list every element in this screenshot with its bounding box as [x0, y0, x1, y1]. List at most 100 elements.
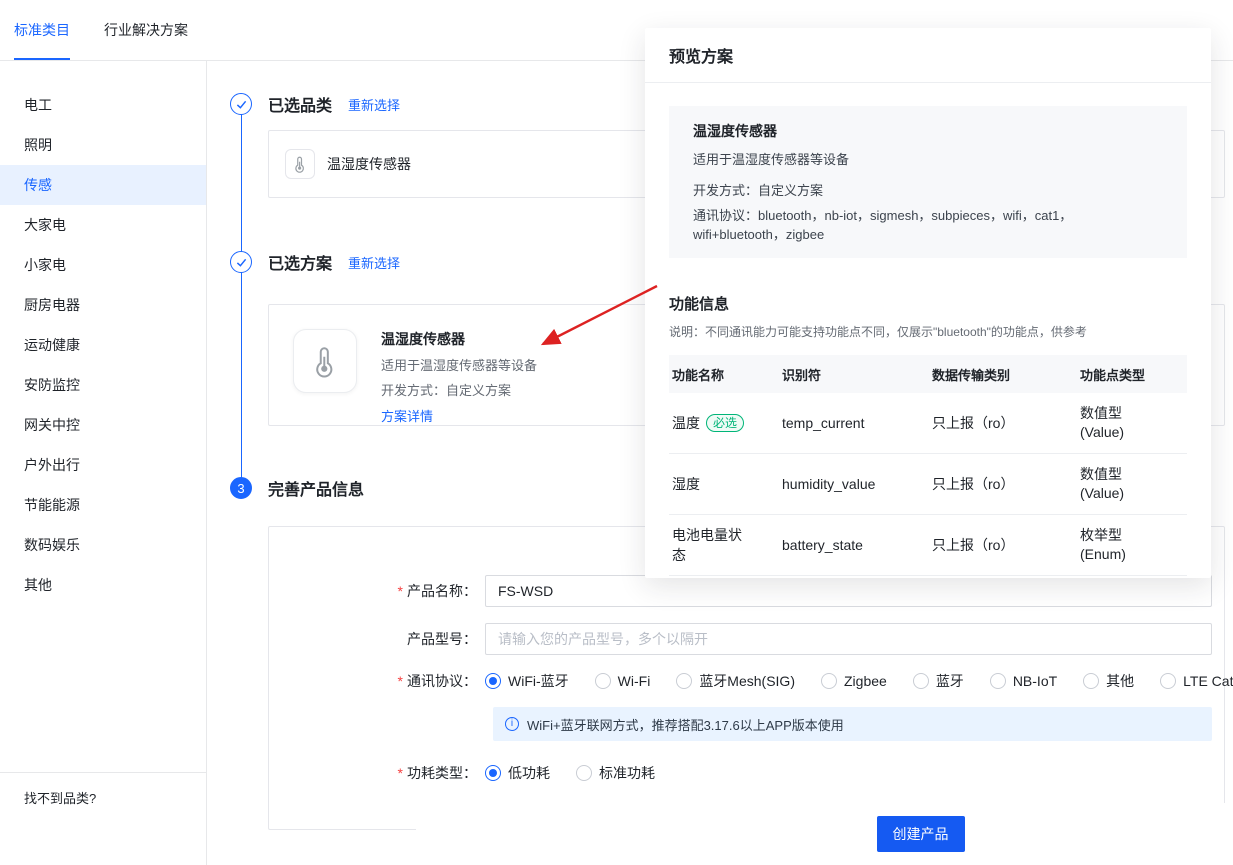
dp-type-line2: (Value) [1080, 484, 1187, 503]
summary-dev-mode: 开发方式：自定义方案 [693, 180, 1163, 199]
product-name-input[interactable] [485, 575, 1212, 607]
create-product-button[interactable]: 创建产品 [877, 816, 965, 852]
tab-standard-category[interactable]: 标准类目 [14, 0, 70, 60]
sidebar-item-lighting[interactable]: 照明 [0, 125, 206, 165]
protocol-radio-group: WiFi-蓝牙 Wi-Fi 蓝牙Mesh(SIG) Zigbee 蓝牙 NB-I… [485, 671, 1233, 691]
radio-icon [485, 673, 501, 689]
step1-reselect-link[interactable]: 重新选择 [348, 95, 400, 114]
radio-low-power[interactable]: 低功耗 [485, 763, 550, 783]
radio-wifi-bluetooth[interactable]: WiFi-蓝牙 [485, 671, 569, 691]
plan-dev-mode: 开发方式：自定义方案 [381, 380, 537, 399]
radio-icon [485, 765, 501, 781]
col-dp-type: 功能点类型 [1080, 365, 1187, 384]
plan-info: 温湿度传感器 适用于温湿度传感器等设备 开发方式：自定义方案 方案详情 [381, 329, 537, 401]
product-name-row: *产品名称： [269, 575, 1212, 607]
sidebar-item-energy[interactable]: 节能能源 [0, 485, 206, 525]
table-row: 电池电量状态 battery_state 只上报（ro） 枚举型(Enum) [669, 515, 1187, 576]
radio-label: 低功耗 [508, 763, 550, 783]
dp-type-line1: 数值型 [1080, 404, 1187, 423]
function-name-text: 湿度 [672, 476, 700, 492]
radio-label: 标准功耗 [599, 763, 655, 783]
table-row: 湿度 humidity_value 只上报（ro） 数值型(Value) [669, 454, 1187, 515]
sidebar-item-security-monitor[interactable]: 安防监控 [0, 365, 206, 405]
required-mark: * [398, 673, 403, 689]
radio-standard-power[interactable]: 标准功耗 [576, 763, 655, 783]
step1-check-icon [230, 93, 252, 115]
sidebar-item-gateway[interactable]: 网关中控 [0, 405, 206, 445]
col-identifier: 识别符 [782, 365, 932, 384]
cell-identifier: temp_current [782, 415, 932, 431]
preview-panel-title: 预览方案 [645, 28, 1211, 83]
cell-function-name: 温度必选 [672, 413, 782, 433]
product-model-input[interactable] [485, 623, 1212, 655]
cell-identifier: battery_state [782, 537, 932, 553]
product-name-label: *产品名称： [269, 581, 485, 601]
protocol-label: *通讯协议： [269, 671, 485, 691]
dp-type-line1: 枚举型 [1080, 526, 1187, 545]
product-model-label: 产品型号： [269, 629, 485, 649]
label-text: 产品型号： [407, 631, 477, 647]
radio-label: Wi-Fi [618, 673, 651, 689]
step-connector-line [241, 103, 242, 483]
selected-category-name: 温湿度传感器 [327, 154, 411, 174]
dp-type-line2: (Enum) [1080, 545, 1187, 564]
label-text: 功耗类型： [407, 765, 477, 781]
radio-wifi[interactable]: Wi-Fi [595, 673, 651, 689]
function-info-note: 说明：不同通讯能力可能支持功能点不同，仅展示"bluetooth"的功能点，供参… [669, 323, 1187, 340]
sidebar-item-outdoor[interactable]: 户外出行 [0, 445, 206, 485]
radio-icon [913, 673, 929, 689]
sidebar-item-large-appliance[interactable]: 大家电 [0, 205, 206, 245]
power-type-label: *功耗类型： [269, 763, 485, 783]
cell-dp-type: 数值型(Value) [1080, 404, 1187, 442]
plan-desc: 适用于温湿度传感器等设备 [381, 355, 537, 374]
sidebar-item-electrical[interactable]: 电工 [0, 85, 206, 125]
sidebar-item-sport-health[interactable]: 运动健康 [0, 325, 206, 365]
radio-icon [676, 673, 692, 689]
radio-bt-mesh-sig[interactable]: 蓝牙Mesh(SIG) [676, 671, 795, 691]
info-icon: i [505, 717, 519, 731]
protocol-info-alert: i WiFi+蓝牙联网方式，推荐搭配3.17.6以上APP版本使用 [493, 707, 1212, 741]
sidebar-item-other[interactable]: 其他 [0, 565, 206, 605]
cell-dp-type: 数值型(Value) [1080, 465, 1187, 503]
form-footer-bar: 创建产品 [416, 803, 1233, 865]
radio-label: 蓝牙 [936, 671, 964, 691]
summary-desc: 适用于温湿度传感器等设备 [693, 149, 1163, 168]
cell-transfer: 只上报（ro） [932, 413, 1080, 433]
required-mark: * [398, 583, 403, 599]
category-list: 电工 照明 传感 大家电 小家电 厨房电器 运动健康 安防监控 网关中控 户外出… [0, 85, 206, 605]
sidebar-item-digital-entertainment[interactable]: 数码娱乐 [0, 525, 206, 565]
radio-zigbee[interactable]: Zigbee [821, 673, 887, 689]
step1-title: 已选品类 [268, 92, 332, 116]
thermometer-icon [285, 149, 315, 179]
step2-reselect-link[interactable]: 重新选择 [348, 253, 400, 272]
sidebar-item-kitchen-appliance[interactable]: 厨房电器 [0, 285, 206, 325]
dp-type-line1: 数值型 [1080, 465, 1187, 484]
sidebar-item-small-appliance[interactable]: 小家电 [0, 245, 206, 285]
sidebar-item-sensor[interactable]: 传感 [0, 165, 206, 205]
cell-function-name: 湿度 [672, 474, 782, 494]
radio-icon [1083, 673, 1099, 689]
plan-detail-link[interactable]: 方案详情 [381, 406, 433, 425]
category-sidebar: 电工 照明 传感 大家电 小家电 厨房电器 运动健康 安防监控 网关中控 户外出… [0, 61, 207, 865]
radio-icon [1160, 673, 1176, 689]
function-table-header: 功能名称 识别符 数据传输类别 功能点类型 [669, 355, 1187, 393]
radio-other[interactable]: 其他 [1083, 671, 1134, 691]
dp-type-line2: (Value) [1080, 423, 1187, 442]
required-badge: 必选 [706, 414, 744, 432]
col-function-name: 功能名称 [672, 365, 782, 384]
radio-bluetooth[interactable]: 蓝牙 [913, 671, 964, 691]
radio-nbiot[interactable]: NB-IoT [990, 673, 1057, 689]
radio-label: LTE Cat.1 [1183, 673, 1233, 689]
radio-lte-cat1[interactable]: LTE Cat.1 [1160, 673, 1233, 689]
radio-icon [821, 673, 837, 689]
cell-function-name: 电池电量状态 [672, 525, 782, 565]
step2-title: 已选方案 [268, 250, 332, 274]
cell-transfer: 只上报（ro） [932, 535, 1080, 555]
radio-label: WiFi-蓝牙 [508, 671, 569, 691]
cannot-find-category-link[interactable]: 找不到品类? [0, 772, 206, 807]
col-transfer-type: 数据传输类别 [932, 365, 1080, 384]
radio-icon [595, 673, 611, 689]
cell-transfer: 只上报（ro） [932, 474, 1080, 494]
preview-panel-body: 温湿度传感器 适用于温湿度传感器等设备 开发方式：自定义方案 通讯协议：blue… [645, 83, 1211, 578]
tab-industry-solution[interactable]: 行业解决方案 [104, 0, 188, 60]
